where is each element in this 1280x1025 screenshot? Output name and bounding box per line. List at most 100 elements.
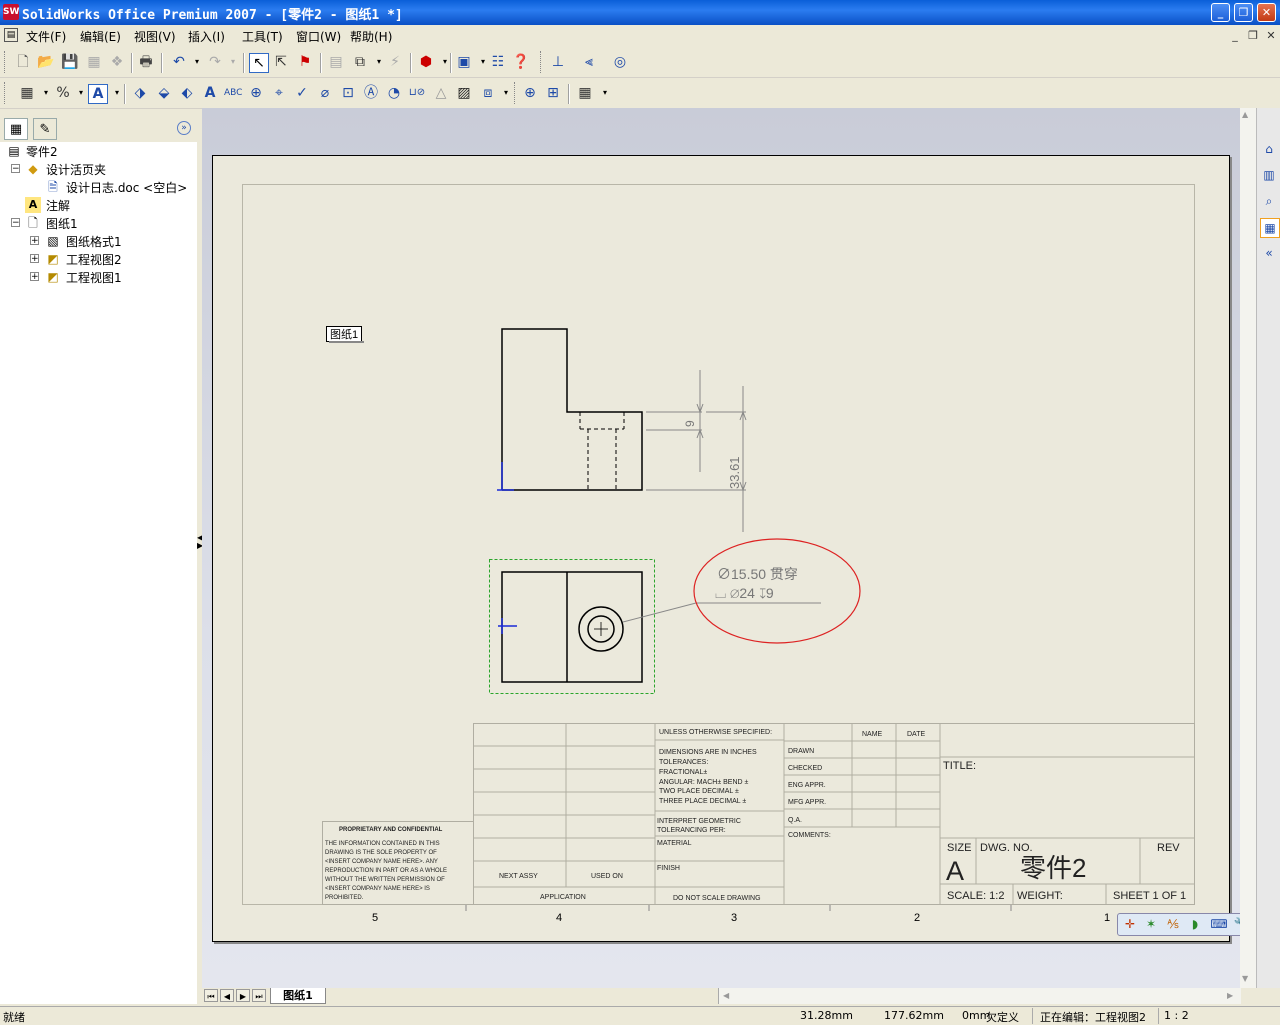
hole-callout-icon[interactable]: ⌀ — [316, 84, 334, 102]
collapse-icon[interactable]: − — [11, 218, 20, 228]
solidworks-app-icon[interactable]: SW — [3, 4, 19, 20]
menu-window[interactable]: 窗口(W) — [296, 28, 341, 45]
tree-item-sheet1[interactable]: − 🗋 图纸1 — [0, 214, 197, 232]
block-icon[interactable]: ⧈ — [479, 84, 497, 102]
first-sheet-icon[interactable]: ⏮ — [204, 989, 218, 1002]
edit-sheet-icon[interactable]: ▤ — [327, 53, 345, 71]
sheet-label[interactable]: 图纸1 — [330, 328, 358, 341]
tree-item-drawing-view2[interactable]: + ◩ 工程视图2 — [0, 250, 197, 268]
tree-item-design-journal[interactable]: 🗎 设计日志.doc <空白> — [0, 178, 197, 196]
dimension-small[interactable]: 9 — [683, 420, 697, 427]
chevron-down-icon[interactable]: ▾ — [224, 53, 242, 71]
weld-symbol-icon[interactable]: ✓ — [293, 84, 311, 102]
scroll-left-icon[interactable]: ◀ — [723, 991, 729, 1000]
origin-icon[interactable]: ✛ — [1121, 915, 1139, 933]
scroll-right-icon[interactable]: ▶ — [1227, 991, 1233, 1000]
print-icon[interactable]: 🖶 — [137, 53, 155, 71]
center-mark-icon[interactable]: ⊡ — [339, 84, 357, 102]
keyboard-icon[interactable]: ⌨ — [1210, 915, 1228, 933]
next-sheet-icon[interactable]: ▶ — [236, 989, 250, 1002]
snap-icon[interactable]: ⚡ — [386, 53, 404, 71]
make-drawing-icon[interactable]: ▦ — [85, 53, 103, 71]
sketch-tool-icon[interactable]: ⫷ — [580, 53, 598, 71]
redo-icon[interactable]: ↷ — [206, 53, 224, 71]
design-library-icon[interactable]: ▥ — [1260, 166, 1278, 184]
spell-check-icon[interactable]: ABC — [224, 84, 242, 102]
chevron-down-icon[interactable]: ▾ — [37, 84, 55, 102]
menu-view[interactable]: 视图(V) — [134, 28, 176, 45]
doc-restore-button[interactable]: ❐ — [1246, 29, 1260, 43]
doc-close-button[interactable]: ✕ — [1264, 29, 1278, 43]
revision-icon[interactable]: ⊞ — [544, 84, 562, 102]
help-icon[interactable]: ❓ — [512, 53, 530, 71]
feature-tree-tab-icon[interactable]: ▦ — [4, 118, 28, 140]
geometric-tolerance-icon[interactable]: ⌖ — [270, 84, 288, 102]
rebuild-icon[interactable]: ⚑ — [296, 53, 314, 71]
file-explorer-icon[interactable]: ⌕ — [1260, 192, 1278, 210]
axis-icon[interactable]: ✶ — [1142, 915, 1160, 933]
smart-dimension-icon[interactable]: % — [54, 84, 72, 102]
area-hatch-icon[interactable]: ▨ — [455, 84, 473, 102]
new-icon[interactable]: 🗋 — [14, 53, 32, 71]
tree-item-annotations[interactable]: A 注解 — [0, 196, 197, 214]
menu-tools[interactable]: 工具(T) — [242, 28, 283, 45]
caution-icon[interactable]: △ — [432, 84, 450, 102]
view-palette-icon[interactable]: ▦ — [1260, 218, 1280, 238]
home-icon[interactable]: ⌂ — [1260, 140, 1278, 158]
multi-jog-leader-icon[interactable]: ⊔⊘ — [408, 84, 426, 102]
collapse-pane-icon[interactable]: « — [1260, 244, 1278, 262]
document-icon[interactable]: ▤ — [4, 28, 18, 42]
sheet-tab-sheet1[interactable]: 图纸1 — [270, 988, 326, 1004]
chevron-down-icon[interactable]: ▾ — [596, 84, 614, 102]
datum-icon[interactable]: ⊕ — [247, 84, 265, 102]
layout-icon[interactable]: ▣ — [455, 53, 473, 71]
collapse-icon[interactable]: − — [11, 164, 20, 174]
dowel-pin-icon[interactable]: ◔ — [385, 84, 403, 102]
hole-callout-line1[interactable]: ∅15.50 贯穿 — [717, 566, 798, 582]
datum-target-icon[interactable]: Ⓐ — [362, 84, 380, 102]
minimize-button[interactable]: _ — [1211, 3, 1230, 22]
make-assembly-icon[interactable]: ❖ — [108, 53, 126, 71]
open-icon[interactable]: 📂 — [37, 53, 55, 71]
table-icon[interactable]: ▦ — [576, 84, 594, 102]
tree-item-sheet-format[interactable]: + ▧ 图纸格式1 — [0, 232, 197, 250]
scroll-up-icon[interactable]: ▲ — [1242, 110, 1248, 119]
undo-icon[interactable]: ↶ — [170, 53, 188, 71]
view-layout-icon[interactable]: ▦ — [18, 84, 36, 102]
dimension-large[interactable]: 33.61 — [727, 456, 742, 489]
drawing-sheet[interactable] — [212, 155, 1230, 942]
doc-minimize-button[interactable]: _ — [1228, 29, 1242, 43]
expand-icon[interactable]: + — [30, 236, 39, 246]
display-options-icon[interactable]: ⧉ — [351, 53, 369, 71]
auto-balloon-icon[interactable]: ⬙ — [155, 84, 173, 102]
expand-icon[interactable]: + — [30, 254, 39, 264]
menu-edit[interactable]: 编辑(E) — [80, 28, 121, 45]
horizontal-scrollbar[interactable]: ◀ ▶ — [718, 988, 1241, 1004]
centerline-icon[interactable]: ⊕ — [521, 84, 539, 102]
options-icon[interactable]: ☷ — [489, 53, 507, 71]
save-icon[interactable]: 💾 — [61, 53, 79, 71]
expand-icon[interactable]: + — [30, 272, 39, 282]
vertical-scrollbar[interactable]: ▲ ▼ — [1240, 108, 1256, 988]
plane-icon[interactable]: ◗ — [1186, 915, 1204, 933]
tree-item-design-binder[interactable]: − ◆ 设计活页夹 — [0, 160, 197, 178]
tree-item-drawing-view1[interactable]: + ◩ 工程视图1 — [0, 268, 197, 286]
scroll-down-icon[interactable]: ▼ — [1242, 974, 1248, 983]
surface-finish-icon[interactable]: ⬖ — [178, 84, 196, 102]
dimension-tool-icon[interactable]: ⊥ — [549, 53, 567, 71]
chevron-down-icon[interactable]: ▾ — [497, 84, 515, 102]
hole-callout-line2[interactable]: ⌴ ∅24 ↧9 — [715, 585, 774, 601]
expand-panel-icon[interactable]: » — [177, 121, 191, 135]
target-icon[interactable]: ◎ — [611, 53, 629, 71]
property-manager-tab-icon[interactable]: ✎ — [33, 118, 57, 140]
menu-file[interactable]: 文件(F) — [26, 28, 66, 45]
prev-sheet-icon[interactable]: ◀ — [220, 989, 234, 1002]
select-icon[interactable]: ↖ — [249, 53, 269, 73]
menu-help[interactable]: 帮助(H) — [350, 28, 392, 45]
font-icon[interactable]: A — [88, 84, 108, 104]
maximize-button[interactable]: ❐ — [1234, 3, 1253, 22]
select-filter-icon[interactable]: ⇱ — [272, 53, 290, 71]
note-icon[interactable]: A — [201, 84, 219, 102]
sketch-relations-icon[interactable]: ⅍ — [1164, 915, 1182, 933]
balloon-icon[interactable]: ⬗ — [131, 84, 149, 102]
